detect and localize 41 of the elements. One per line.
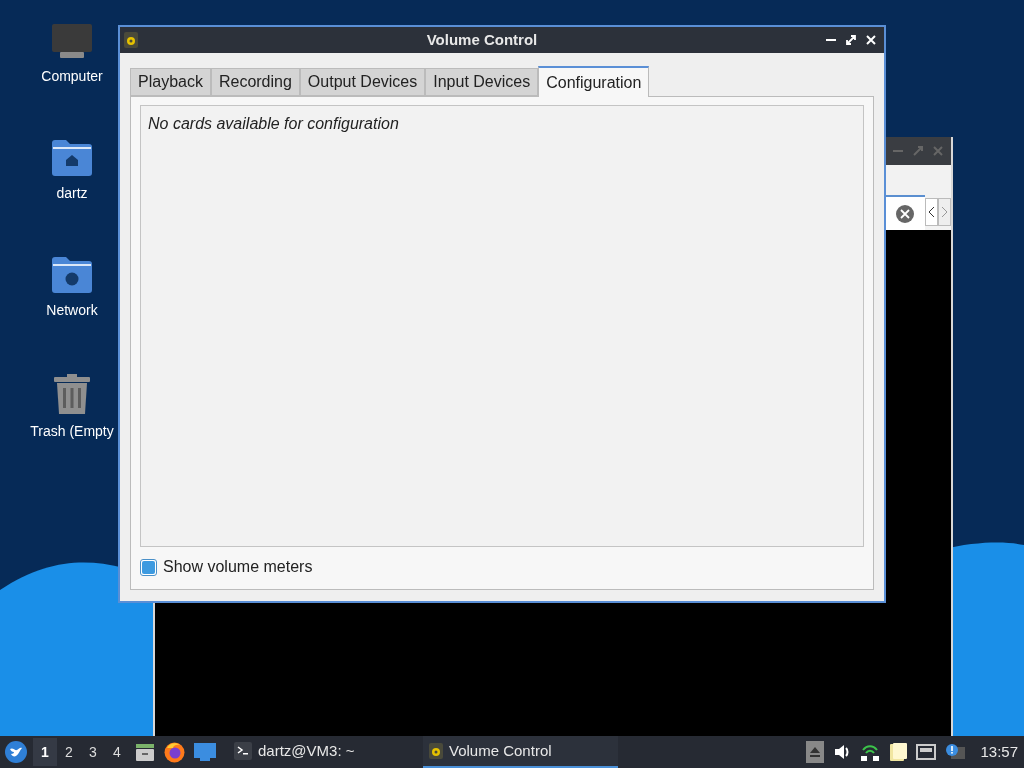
workspace-button[interactable]: 2 — [57, 738, 81, 766]
tab[interactable]: Playback — [130, 68, 211, 96]
clock[interactable]: 13:57 — [980, 740, 1018, 764]
task-button[interactable]: dartz@VM3: ~ — [228, 736, 423, 768]
task-button[interactable]: Volume Control — [423, 736, 618, 768]
desktop-icon-label[interactable]: Computer — [41, 66, 103, 87]
desktop-icon-label[interactable]: Trash (Empty — [30, 421, 114, 442]
checkbox-label: Show volume meters — [163, 557, 313, 577]
workspace-button[interactable]: 1 — [33, 738, 57, 766]
monitor-icon — [50, 22, 94, 60]
home-folder-icon — [51, 139, 93, 177]
checkbox[interactable] — [140, 558, 157, 576]
tab[interactable]: Input Devices — [425, 68, 539, 96]
tab[interactable]: Configuration — [538, 66, 650, 97]
tab[interactable]: Recording — [210, 68, 300, 96]
chevron-left-icon — [928, 206, 935, 218]
window-icon[interactable] — [194, 743, 216, 761]
window-title: Volume Control — [425, 29, 539, 50]
wifi-network-icon[interactable] — [860, 742, 881, 762]
desktop-icon-label[interactable]: dartz — [56, 183, 88, 204]
chevron-right-icon — [941, 206, 948, 218]
close-tab-icon[interactable] — [896, 204, 914, 223]
eject-icon[interactable] — [806, 741, 825, 763]
ethernet-icon[interactable] — [916, 744, 937, 760]
workspace-button[interactable]: 4 — [105, 738, 129, 766]
bird-logo-icon[interactable] — [5, 741, 27, 763]
scroll-left-button[interactable] — [925, 198, 938, 226]
empty-message: No cards available for configuration — [148, 115, 399, 132]
clipboard-icon[interactable] — [889, 742, 908, 762]
speaker-icon — [124, 32, 138, 48]
trash-icon — [52, 373, 92, 415]
desktop-icon-label[interactable]: Network — [46, 300, 98, 321]
tab[interactable]: Output Devices — [299, 68, 426, 96]
terminal-tab[interactable] — [885, 195, 925, 230]
file-cabinet-icon[interactable] — [135, 742, 155, 762]
terminal-icon — [234, 742, 252, 760]
network-folder-icon — [51, 256, 93, 294]
notification-icon[interactable] — [945, 743, 966, 761]
workspace-button[interactable]: 3 — [81, 738, 105, 766]
speaker-icon — [429, 743, 443, 759]
browser-icon[interactable] — [164, 741, 185, 763]
